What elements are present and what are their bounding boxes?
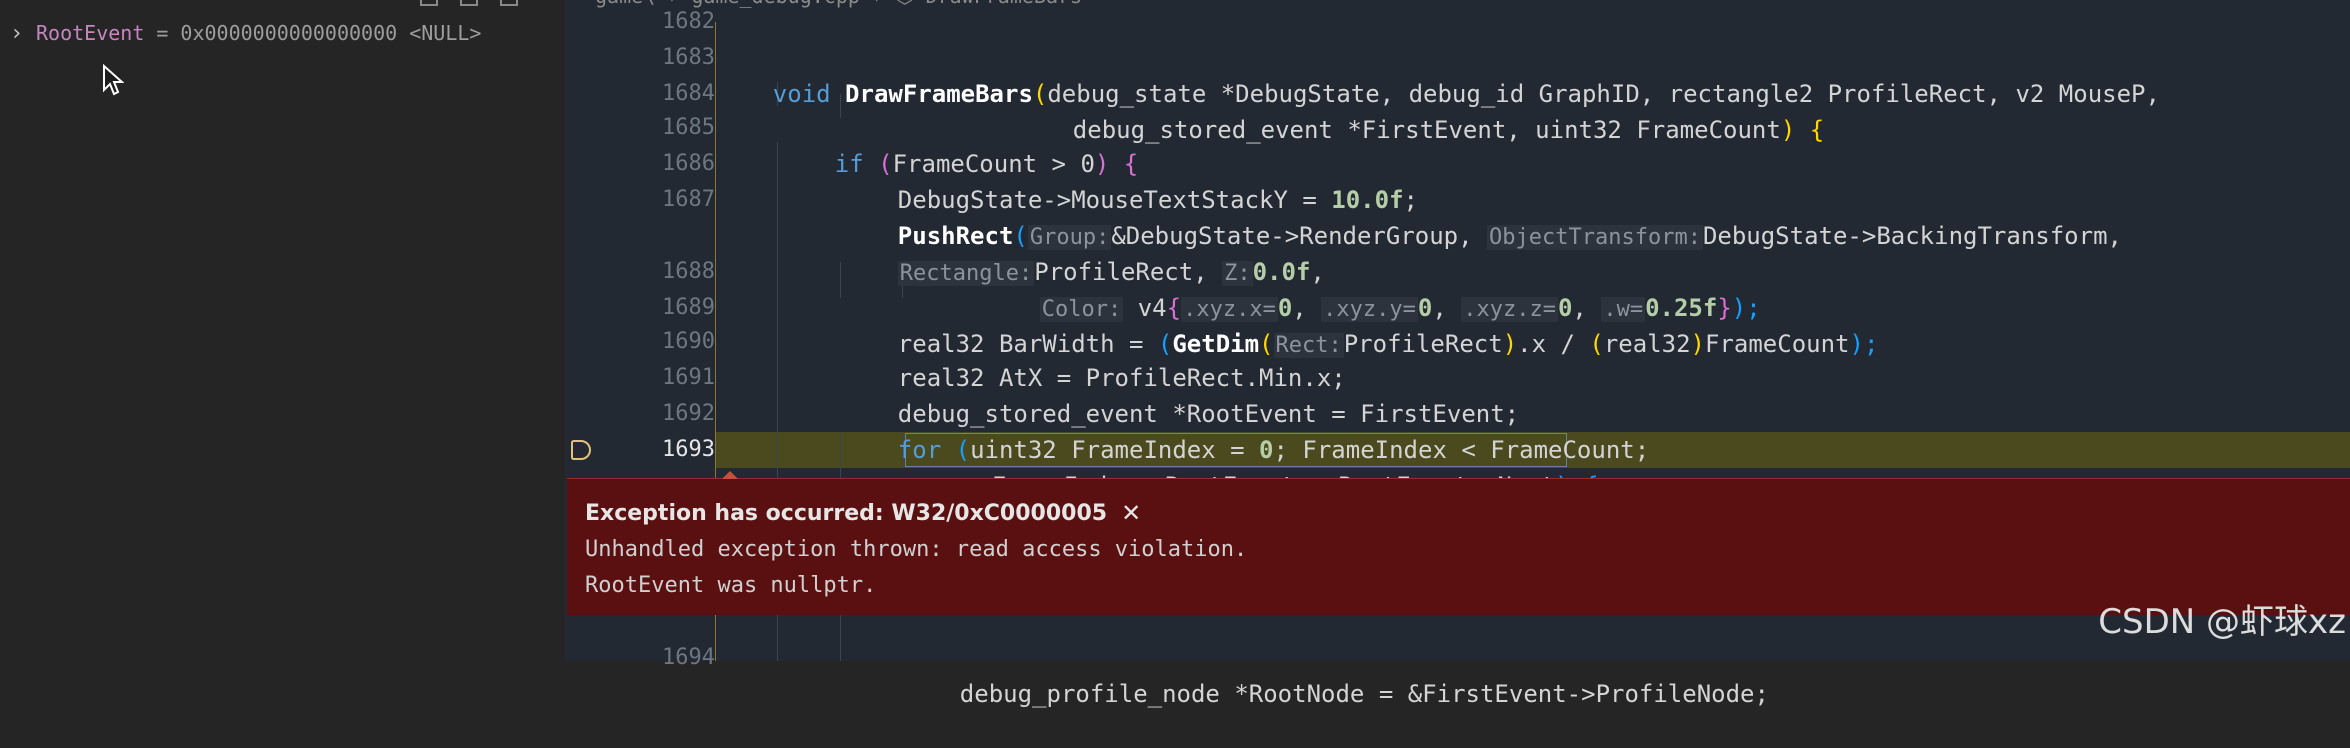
brace: { [1795, 116, 1825, 144]
mouse-cursor-icon [103, 64, 124, 96]
exception-pointer [722, 471, 738, 479]
type: real32 [1603, 330, 1691, 358]
exception-detail: RootEvent was nullptr. [585, 573, 877, 598]
paren: ) [1502, 330, 1518, 358]
arg: ProfileRect [1343, 330, 1503, 358]
line-number: 1694 [662, 645, 715, 670]
new-window-icon[interactable] [460, 0, 478, 6]
line-number: 1687 [662, 187, 715, 212]
close-icon[interactable]: ✕ [1121, 499, 1141, 527]
arg: DebugState->BackingTransform, [1702, 222, 2122, 250]
inlay-hint: ObjectTransform: [1487, 225, 1703, 250]
line-number: 1684 [662, 81, 715, 106]
code-line-1687[interactable]: PushRect(Group:&DebugState->RenderGroup,… [840, 182, 2122, 250]
line-number: 1689 [662, 295, 715, 320]
code-line-1692[interactable]: for (uint32 FrameIndex = 0; FrameIndex <… [840, 396, 1649, 464]
code-line-1684[interactable]: debug_stored_event *FirstEvent, uint32 F… [1015, 76, 1824, 144]
function-name: DrawFrameBars [845, 80, 1033, 108]
code-line-1685[interactable]: if (FrameCount > 0) { [777, 110, 1138, 178]
line-number: 1686 [662, 151, 715, 176]
panel-actions [420, 0, 518, 6]
paren: ); [1849, 330, 1879, 358]
code-line-1694[interactable]: debug_profile_node *RootNode = &FirstEve… [902, 640, 1769, 708]
code-line-1689[interactable]: real32 BarWidth = (GetDim(Rect:ProfileRe… [840, 290, 1878, 358]
code-line-1693[interactable]: ++FrameIndex, RootEvent = RootEvent->Nex… [905, 432, 1599, 500]
variable-row[interactable]: › RootEvent = 0x0000000000000000 <NULL> [10, 18, 481, 48]
statement: debug_profile_node *RootNode = &FirstEve… [959, 680, 1769, 708]
line-number: 1691 [662, 365, 715, 390]
chevron-right-icon[interactable]: › [10, 21, 24, 46]
paren: ) [1690, 330, 1705, 358]
line-number: 1690 [662, 329, 715, 354]
more-icon[interactable] [500, 0, 518, 6]
paren: ( [1589, 330, 1604, 358]
exception-title: Exception has occurred: W32/0xC0000005 [585, 500, 1108, 526]
code-line-1688[interactable]: Color: v4{.xyz.x=0, .xyz.y=0, .xyz.z=0, … [982, 254, 1761, 322]
code-line-1687-wrap[interactable]: Rectangle:ProfileRect, Z:0.0f, [840, 218, 1325, 286]
variable-value: 0x0000000000000000 <NULL> [180, 21, 482, 45]
line-number: 1685 [662, 115, 715, 140]
variable-equals: = [156, 21, 169, 45]
collapse-icon[interactable] [420, 0, 438, 6]
line-number: 1692 [662, 401, 715, 426]
code-line-1683[interactable]: void DrawFrameBars(debug_state *DebugSta… [715, 40, 2160, 108]
variable-name: RootEvent [36, 21, 145, 45]
arg: FrameCount [1705, 330, 1850, 358]
line-number: 1682 [662, 9, 715, 34]
code-line-1686[interactable]: DebugState->MouseTextStackY = 10.0f; [840, 146, 1418, 214]
exception-message: Unhandled exception thrown: read access … [585, 537, 1248, 562]
exception-title-row: Exception has occurred: W32/0xC0000005 ✕ [585, 499, 1141, 527]
variables-panel: › RootEvent = 0x0000000000000000 <NULL> [0, 0, 565, 661]
exception-widget: Exception has occurred: W32/0xC0000005 ✕… [567, 471, 2350, 615]
line-number: 1683 [662, 45, 715, 70]
paren: ) [1780, 116, 1796, 144]
watermark: CSDN @虾球xz [2098, 602, 2346, 642]
line-number-current: 1693 [662, 437, 715, 462]
code-line-1690[interactable]: real32 AtX = ProfileRect.Min.x; [840, 324, 1346, 392]
member: .x / [1517, 330, 1590, 358]
line-number: 1688 [662, 259, 715, 284]
params: debug_stored_event *FirstEvent, uint32 F… [1072, 116, 1781, 144]
code-line-1691[interactable]: debug_stored_event *RootEvent = FirstEve… [840, 360, 1519, 428]
keyword: void [772, 80, 831, 108]
